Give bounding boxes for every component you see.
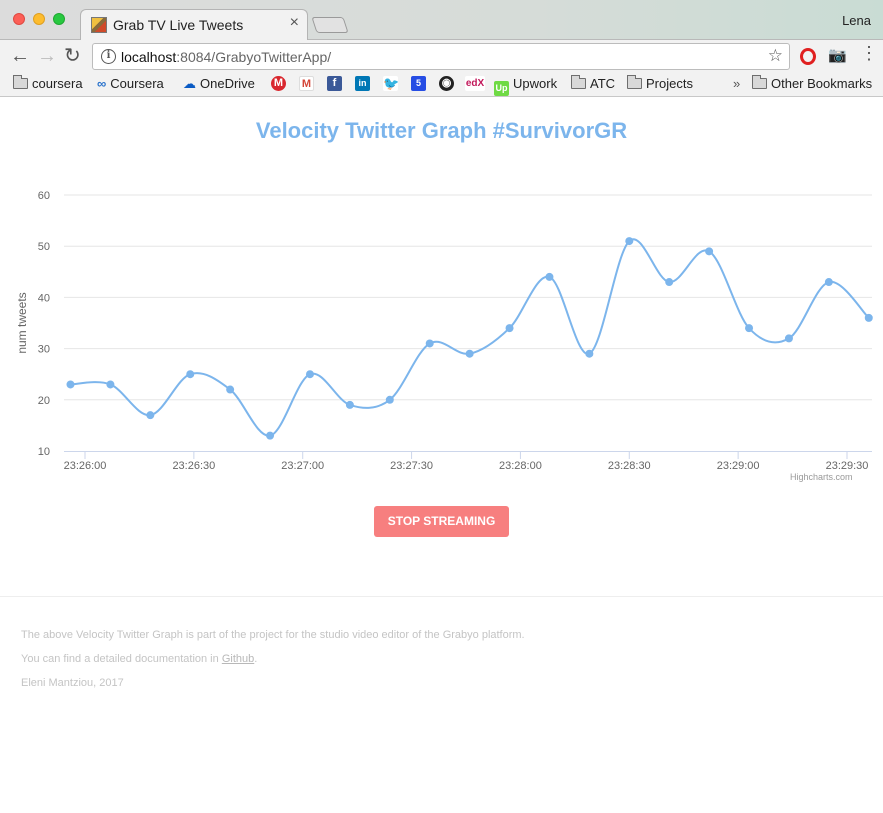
back-arrow-icon[interactable]: ← bbox=[10, 44, 30, 68]
bookmark-projects[interactable]: Projects bbox=[627, 75, 693, 91]
footer-author: Eleni Mantziou, 2017 bbox=[21, 677, 124, 689]
bookmarks-bar: coursera ∞ Coursera ☁ OneDrive M M f in 🐦 … bbox=[0, 72, 883, 97]
data-point bbox=[824, 278, 833, 287]
address-bar[interactable]: i localhost:8084/GrabyoTwitterApp/ ☆ bbox=[92, 43, 790, 70]
x-tick-label: 23:26:30 bbox=[172, 460, 215, 472]
footer-docs: You can find a detailed documentation in… bbox=[21, 653, 258, 665]
upwork-icon: Up bbox=[494, 81, 509, 96]
data-point bbox=[665, 278, 674, 287]
url-text[interactable]: localhost:8084/GrabyoTwitterApp/ bbox=[121, 49, 331, 65]
page-content: Velocity Twitter Graph #SurvivorGR 10 20 3… bbox=[0, 98, 883, 813]
tab-title: Grab TV Live Tweets bbox=[113, 17, 244, 33]
x-tick-label: 23:27:30 bbox=[390, 460, 433, 472]
data-point bbox=[545, 272, 554, 281]
onedrive-icon: ☁ bbox=[183, 76, 196, 91]
favicon-icon bbox=[91, 17, 107, 33]
folder-icon bbox=[752, 75, 767, 89]
data-point bbox=[226, 385, 235, 394]
x-tick-label: 23:28:00 bbox=[499, 460, 542, 472]
x-tick-label: 23:26:00 bbox=[64, 460, 107, 472]
x-tick-label: 23:29:00 bbox=[717, 460, 760, 472]
folder-icon bbox=[13, 75, 28, 89]
bookmark-other[interactable]: Other Bookmarks bbox=[752, 75, 872, 91]
bookmark-coursera-folder[interactable]: coursera bbox=[13, 75, 83, 91]
velocity-chart: 10 20 30 40 50 60 23:26:00 23:26:30 23:27:00 23:2… bbox=[15, 190, 873, 472]
divider bbox=[0, 596, 883, 597]
data-point bbox=[106, 380, 115, 389]
y-tick-label: 60 bbox=[38, 190, 50, 202]
info-icon[interactable]: i bbox=[101, 49, 116, 64]
new-tab-button[interactable] bbox=[311, 17, 349, 33]
footer-description: The above Velocity Twitter Graph is part… bbox=[21, 629, 525, 641]
data-point bbox=[505, 324, 514, 333]
data-point bbox=[705, 247, 714, 256]
coursera-icon: ∞ bbox=[97, 76, 107, 91]
twitter-icon[interactable]: 🐦 bbox=[383, 76, 399, 91]
data-point bbox=[864, 313, 873, 322]
data-point bbox=[385, 395, 394, 404]
tab-strip: Grab TV Live Tweets × Lena bbox=[0, 0, 883, 41]
data-point bbox=[146, 411, 155, 420]
bookmark-atc[interactable]: ATC bbox=[571, 75, 615, 91]
highcharts-credits[interactable]: Highcharts.com bbox=[790, 472, 853, 482]
profile-name[interactable]: Lena bbox=[842, 13, 871, 28]
y-tick-label: 50 bbox=[38, 241, 50, 253]
folder-icon bbox=[627, 75, 642, 89]
gmail-icon[interactable]: M bbox=[299, 76, 314, 91]
data-point bbox=[585, 349, 594, 358]
data-point bbox=[745, 324, 754, 333]
data-point bbox=[305, 370, 314, 379]
data-point bbox=[784, 334, 793, 343]
y-tick-label: 40 bbox=[38, 292, 50, 304]
close-window-button[interactable] bbox=[13, 13, 25, 25]
bookmarks-overflow-button[interactable]: » bbox=[733, 76, 740, 91]
facebook-icon[interactable]: f bbox=[327, 76, 342, 91]
stop-streaming-button[interactable]: STOP STREAMING bbox=[374, 506, 509, 537]
linkedin-icon[interactable]: in bbox=[355, 76, 370, 91]
y-tick-label: 10 bbox=[38, 446, 50, 458]
menu-icon[interactable]: ⋮ bbox=[860, 43, 878, 64]
forward-arrow-icon[interactable]: → bbox=[37, 44, 57, 68]
x-tick-label: 23:29:30 bbox=[826, 460, 869, 472]
reload-icon[interactable]: ↻ bbox=[64, 44, 81, 68]
github-link[interactable]: Github bbox=[222, 653, 254, 665]
data-point bbox=[465, 349, 474, 358]
camera-icon[interactable]: 📷 bbox=[828, 46, 847, 64]
tab-grab-tv[interactable]: Grab TV Live Tweets × bbox=[80, 9, 308, 41]
y-tick-label: 30 bbox=[38, 344, 50, 356]
series-line bbox=[70, 238, 870, 437]
x-tick-label: 23:28:30 bbox=[608, 460, 651, 472]
bookmark-upwork[interactable]: Up Upwork bbox=[494, 76, 557, 96]
browser-window: Grab TV Live Tweets × Lena ← → ↻ i local… bbox=[0, 0, 883, 813]
data-point bbox=[425, 339, 434, 348]
data-point bbox=[625, 237, 634, 246]
maximize-window-button[interactable] bbox=[53, 13, 65, 25]
x-tick-label: 23:27:00 bbox=[281, 460, 324, 472]
edx-icon[interactable]: edX bbox=[465, 76, 485, 91]
opera-extension-icon[interactable] bbox=[800, 48, 816, 65]
minimize-window-button[interactable] bbox=[33, 13, 45, 25]
bookmark-coursera[interactable]: ∞ Coursera bbox=[97, 76, 164, 91]
bookmark-onedrive[interactable]: ☁ OneDrive bbox=[183, 76, 255, 92]
data-point bbox=[186, 370, 195, 379]
bookmark-star-icon[interactable]: ☆ bbox=[768, 46, 783, 66]
data-point bbox=[345, 400, 354, 409]
data-point bbox=[66, 380, 75, 389]
tab-close-icon[interactable]: × bbox=[290, 14, 299, 32]
y-axis-title: num tweets bbox=[15, 292, 29, 353]
mega-icon[interactable]: M bbox=[271, 76, 286, 91]
data-point bbox=[266, 431, 275, 440]
github-icon[interactable]: ◉ bbox=[439, 76, 454, 91]
folder-icon bbox=[571, 75, 586, 89]
html5-icon[interactable]: 5 bbox=[411, 76, 426, 91]
toolbar: ← → ↻ i localhost:8084/GrabyoTwitterApp/… bbox=[0, 40, 883, 72]
y-tick-label: 20 bbox=[38, 395, 50, 407]
